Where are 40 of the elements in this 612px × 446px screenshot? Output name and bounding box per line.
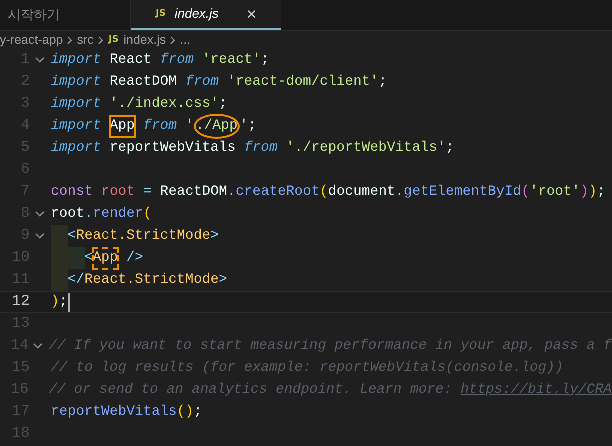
code-text: </React.StrictMode> [68,270,228,290]
text-cursor [68,292,70,312]
breadcrumb-item[interactable]: y-react-app [0,30,64,50]
code-comment: // to log results (for example: reportWebVitals(console.log)) [51,358,564,378]
code-text: < [84,248,93,268]
code-text: <React.StrictMode> [68,226,220,246]
code-text: import React from 'react'; [51,50,270,70]
chevron-right-icon [67,36,74,44]
code-text: ); [51,292,68,312]
chevron-icon[interactable] [35,57,45,63]
file-type-label: JS [155,10,167,18]
code-text: '; [240,116,257,136]
code-comment: // or send to an analytics endpoint. Learn more: https://bit.ly/CRA [49,380,612,400]
code-text: /> [126,248,144,268]
breadcrumb-item[interactable]: ... [180,30,191,50]
breadcrumb-item[interactable]: index.js [124,30,166,50]
chevron-icon[interactable] [35,233,45,239]
code-text: import ReactDOM from 'react-dom/client'; [51,72,388,92]
code-comment: // If you want to start measuring performance in your app, pass a f [49,336,612,356]
code-text: import [51,116,102,136]
tab-label: index.js [174,5,219,24]
chevron-right-icon [98,36,104,44]
file-type-label: JS [108,36,120,44]
chevron-icon[interactable] [33,343,44,349]
annotated-code: App [110,116,136,136]
tab-label: 시작하기 [8,6,60,24]
line-number: 12 [10,292,30,312]
chevron-icon[interactable] [35,211,45,217]
annotated-code: App [93,248,118,268]
code-text: import './index.css'; [51,94,228,114]
editor-tab[interactable]: JS index.js × [131,0,281,30]
chevron-right-icon [170,36,176,44]
close-button[interactable]: × [246,6,257,22]
code-text: import reportWebVitals from './reportWebVitals'; [51,138,454,158]
code-text: reportWebVitals(); [51,402,202,422]
code-text: root.render( [51,204,152,224]
code-text: from ' [142,116,194,136]
breadcrumb-item[interactable]: src [77,30,94,50]
code-text: const root = ReactDOM.createRoot(document.getElementById('root')); [51,182,606,202]
annotated-code: ./App [194,114,240,138]
